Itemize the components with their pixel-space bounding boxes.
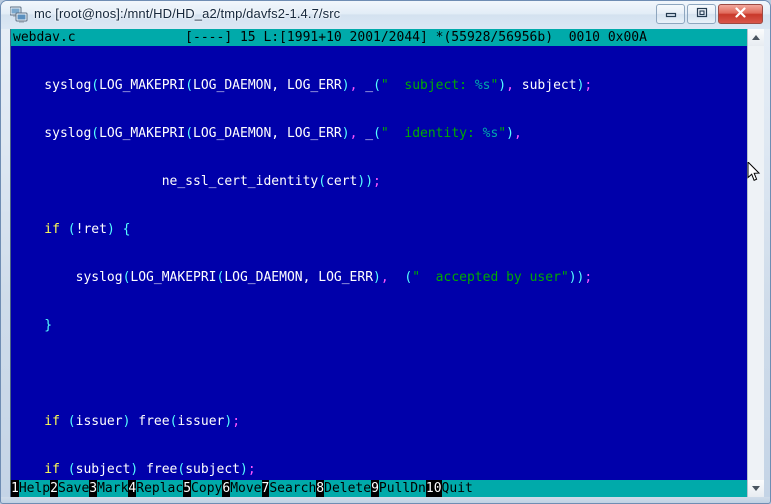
- fkey-label: Move: [230, 480, 262, 497]
- fkey-4[interactable]: 4 Replac: [128, 480, 184, 497]
- fkey-label: Replac: [136, 480, 184, 497]
- fkey-6[interactable]: 6 Move: [222, 480, 262, 497]
- fkey-number: 9: [371, 480, 379, 497]
- editor-code-area[interactable]: syslog(LOG_MAKEPRI(LOG_DAEMON, LOG_ERR),…: [11, 46, 748, 477]
- fkey-7[interactable]: 7 Search: [261, 480, 317, 497]
- editor-status-text: webdav.c [----] 15 L:[1991+10 2001/2044]…: [13, 30, 647, 45]
- minimize-icon: [665, 5, 677, 23]
- code-line: if (!ret) {: [13, 222, 131, 237]
- fkey-label: Copy: [191, 480, 223, 497]
- remote-terminal-icon: [9, 6, 28, 24]
- fkey-number: 8: [316, 480, 325, 497]
- code-line: if (issuer) free(issuer);: [13, 414, 241, 429]
- window-title: mc [root@nos]:/mnt/HD/HD_a2/tmp/davfs2-1…: [34, 6, 341, 21]
- application-window: mc [root@nos]:/mnt/HD/HD_a2/tmp/davfs2-1…: [0, 0, 771, 504]
- fkey-label: Mark: [97, 480, 129, 497]
- fkey-number: 6: [222, 480, 231, 497]
- fkey-label: Quit: [441, 480, 473, 497]
- fkey-label: PullDn: [378, 480, 426, 497]
- fkey-label: Delete: [324, 480, 372, 497]
- fkey-number: 5: [183, 480, 192, 497]
- fkey-number: 4: [128, 480, 137, 497]
- fkey-number: 1: [11, 480, 19, 497]
- vertical-scrollbar[interactable]: [747, 29, 764, 497]
- fkey-8[interactable]: 8 Delete: [316, 480, 372, 497]
- code-line: syslog(LOG_MAKEPRI(LOG_DAEMON, LOG_ERR),…: [13, 270, 593, 285]
- title-bar[interactable]: mc [root@nos]:/mnt/HD/HD_a2/tmp/davfs2-1…: [1, 1, 770, 29]
- fkey-1[interactable]: 1 Help: [11, 480, 51, 497]
- code-line: syslog(LOG_MAKEPRI(LOG_DAEMON, LOG_ERR),…: [13, 126, 522, 141]
- code-line: syslog(LOG_MAKEPRI(LOG_DAEMON, LOG_ERR),…: [13, 78, 593, 93]
- window-bottom-edge: [1, 497, 770, 503]
- fkey-number: 7: [261, 480, 270, 497]
- fkey-2[interactable]: 2 Save: [50, 480, 90, 497]
- close-icon: [734, 5, 747, 23]
- fkey-number: 10: [425, 480, 442, 497]
- fkey-number: 3: [89, 480, 98, 497]
- fkey-3[interactable]: 3 Mark: [89, 480, 129, 497]
- scrollbar-up-button[interactable]: [748, 29, 764, 46]
- code-line: if (subject) free(subject);: [13, 462, 256, 477]
- triangle-up-icon: [752, 35, 760, 40]
- scrollbar-down-button[interactable]: [748, 480, 764, 497]
- fkey-5[interactable]: 5 Copy: [183, 480, 223, 497]
- fkey-label: Search: [269, 480, 317, 497]
- code-line: }: [13, 318, 53, 333]
- fkey-10[interactable]: 10 Quit: [425, 480, 473, 497]
- maximize-button[interactable]: [687, 4, 716, 24]
- code-line: ne_ssl_cert_identity(cert));: [13, 174, 381, 189]
- minimize-button[interactable]: [656, 4, 685, 24]
- fkey-label: Save: [57, 480, 90, 497]
- editor-status-line: webdav.c [----] 15 L:[1991+10 2001/2044]…: [11, 29, 748, 46]
- maximize-icon: [696, 5, 708, 23]
- terminal-area[interactable]: webdav.c [----] 15 L:[1991+10 2001/2044]…: [10, 29, 764, 497]
- fkey-9[interactable]: 9 PullDn: [371, 480, 426, 497]
- fkey-label: Help: [18, 480, 51, 497]
- triangle-down-icon: [752, 486, 760, 491]
- close-button[interactable]: [718, 4, 763, 24]
- fkey-number: 2: [50, 480, 58, 497]
- function-key-bar[interactable]: 1 Help 2 Save 3 Mark 4 Replac 5 Copy 6 Move 7S…: [11, 480, 764, 497]
